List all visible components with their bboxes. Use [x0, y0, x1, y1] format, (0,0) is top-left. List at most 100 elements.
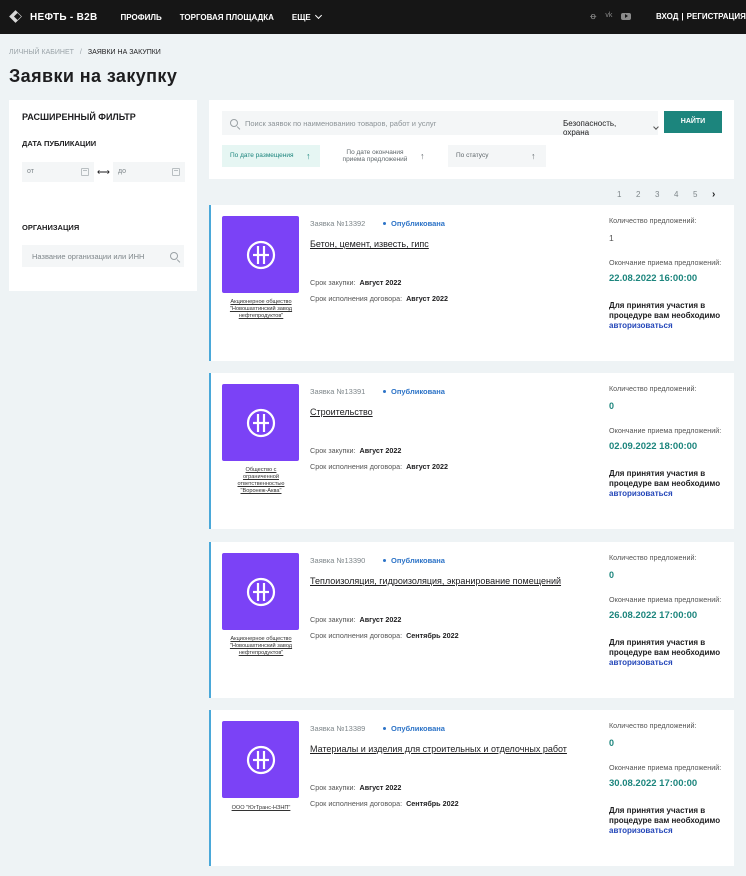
- page-2[interactable]: 2: [636, 190, 655, 199]
- diamond-logo-icon: [9, 10, 23, 24]
- offers-label: Количество предложений:: [609, 553, 697, 562]
- request-number: Заявка №13389: [310, 724, 366, 733]
- org-name-link[interactable]: ООО "ЮгТранс-НЗНП": [220, 805, 302, 812]
- ok-icon[interactable]: ꝋ: [590, 11, 596, 21]
- contract-period-row: Срок исполнения договора: Август 2022: [310, 462, 448, 471]
- authorize-link[interactable]: авторизоваться: [609, 321, 721, 330]
- date-to-input[interactable]: до: [113, 162, 185, 182]
- period-label: Срок закупки:: [310, 446, 356, 455]
- purchase-period-row: Срок закупки: Август 2022: [310, 278, 401, 287]
- category-select[interactable]: Безопасность, охрана: [563, 119, 659, 137]
- request-title-link[interactable]: Теплоизоляция, гидроизоляция, экранирова…: [310, 576, 561, 586]
- contract-value: Сентябрь 2022: [406, 631, 459, 640]
- deadline-block: Окончание приема предложений: 26.08.2022…: [609, 595, 729, 621]
- offers-count: 0: [609, 401, 615, 411]
- calendar-icon[interactable]: [81, 168, 89, 176]
- calendar-icon[interactable]: [172, 168, 180, 176]
- status-text: Опубликована: [391, 387, 445, 396]
- search-icon[interactable]: [170, 252, 178, 260]
- purchase-period-row: Срок закупки: Август 2022: [310, 783, 401, 792]
- status-text: Опубликована: [391, 556, 445, 565]
- request-card[interactable]: Акционерное общество "Новошахтинский зав…: [209, 542, 734, 698]
- contract-period-row: Срок исполнения договора: Сентябрь 2022: [310, 799, 459, 808]
- org-name-link[interactable]: Акционерное общество "Новошахтинский зав…: [220, 636, 302, 657]
- status-badge: Опубликована: [383, 387, 445, 396]
- org-name-link[interactable]: Общество с ограниченной ответственностью…: [229, 467, 293, 495]
- date-from-input[interactable]: от: [22, 162, 94, 182]
- date-label: ДАТА ПУБЛИКАЦИИ: [22, 139, 97, 148]
- period-value: Август 2022: [359, 446, 402, 455]
- page-4[interactable]: 4: [674, 190, 693, 199]
- date-range-arrow: ⟷: [97, 167, 110, 177]
- sort-label: По дате размещения: [230, 152, 294, 160]
- contract-label: Срок исполнения договора:: [310, 631, 403, 640]
- auth-note-block: Для принятия участия в процедуре вам нео…: [609, 638, 721, 667]
- request-title-link[interactable]: Бетон, цемент, известь, гипс: [310, 239, 429, 249]
- register-link[interactable]: РЕГИСТРАЦИЯ: [687, 12, 746, 21]
- company-emblem-icon: [246, 240, 275, 269]
- sort-by-deadline[interactable]: По дате окончания приема предложений ↑: [335, 145, 433, 167]
- org-logo[interactable]: [222, 216, 299, 293]
- period-label: Срок закупки:: [310, 615, 356, 624]
- auth-separator: |: [681, 12, 684, 21]
- deadline-block: Окончание приема предложений: 30.08.2022…: [609, 763, 729, 789]
- authorize-link[interactable]: авторизоваться: [609, 489, 721, 498]
- org-logo[interactable]: [222, 384, 299, 461]
- breadcrumb-home[interactable]: ЛИЧНЫЙ КАБИНЕТ: [9, 49, 74, 56]
- request-card[interactable]: ООО "ЮгТранс-НЗНП" Заявка №13389 Опублик…: [209, 710, 734, 866]
- main-nav: ПРОФИЛЬ ТОРГОВАЯ ПЛОЩАДКА ЕЩЕ: [121, 11, 339, 22]
- period-value: Август 2022: [359, 783, 402, 792]
- company-emblem-icon: [246, 408, 275, 437]
- request-card[interactable]: Акционерное общество "Новошахтинский зав…: [209, 205, 734, 361]
- youtube-icon[interactable]: [621, 12, 632, 20]
- deadline-label: Окончание приема предложений:: [609, 763, 722, 772]
- arrow-up-icon: ↑: [531, 151, 536, 161]
- period-value: Август 2022: [359, 278, 402, 287]
- org-name-link[interactable]: Акционерное общество "Новошахтинский зав…: [220, 299, 302, 320]
- sort-by-date-posted[interactable]: По дате размещения ↑: [222, 145, 320, 167]
- org-search-input[interactable]: Название организации или ИНН: [22, 245, 184, 267]
- org-logo[interactable]: [222, 553, 299, 630]
- page-1[interactable]: 1: [617, 190, 636, 199]
- sort-label: По дате окончания приема предложений: [342, 148, 408, 164]
- nav-item-more[interactable]: ЕЩЕ: [292, 11, 322, 22]
- arrow-up-icon: ↑: [420, 151, 425, 161]
- company-emblem-icon: [246, 745, 275, 774]
- authorize-link[interactable]: авторизоваться: [609, 826, 721, 835]
- status-badge: Опубликована: [383, 724, 445, 733]
- sort-by-status[interactable]: По статусу ↑: [448, 145, 546, 167]
- date-to-placeholder: до: [118, 168, 126, 175]
- sort-label: По статусу: [456, 152, 489, 160]
- nav-item-profile[interactable]: ПРОФИЛЬ: [121, 13, 162, 22]
- deadline-label: Окончание приема предложений:: [609, 595, 722, 604]
- purchase-period-row: Срок закупки: Август 2022: [310, 446, 401, 455]
- date-from-placeholder: от: [27, 168, 34, 175]
- search-panel: Поиск заявок по наименованию товаров, ра…: [209, 100, 734, 179]
- auth-note: Для принятия участия в процедуре вам нео…: [609, 638, 721, 657]
- authorize-link[interactable]: авторизоваться: [609, 658, 721, 667]
- search-input[interactable]: Поиск заявок по наименованию товаров, ра…: [222, 111, 659, 137]
- request-title-link[interactable]: Материалы и изделия для строительных и о…: [310, 744, 567, 754]
- next-page-icon[interactable]: ›: [712, 190, 715, 200]
- deadline-value: 26.08.2022 17:00:00: [609, 610, 698, 621]
- page-5[interactable]: 5: [693, 190, 712, 199]
- nav-item-marketplace[interactable]: ТОРГОВАЯ ПЛОЩАДКА: [180, 13, 274, 22]
- offers-label: Количество предложений:: [609, 216, 697, 225]
- site-logo[interactable]: НЕФТЬ - B2B: [9, 10, 98, 24]
- offers-count-block: 0: [609, 401, 729, 411]
- org-logo[interactable]: [222, 721, 299, 798]
- auth-note-block: Для принятия участия в процедуре вам нео…: [609, 806, 721, 835]
- page-title: Заявки на закупку: [9, 66, 178, 86]
- find-button[interactable]: НАЙТИ: [664, 111, 722, 133]
- contract-period-row: Срок исполнения договора: Август 2022: [310, 294, 448, 303]
- request-card[interactable]: Общество с ограниченной ответственностью…: [209, 373, 734, 529]
- vk-icon[interactable]: vk: [605, 11, 612, 21]
- offers-count: 0: [609, 570, 615, 580]
- deadline-label: Окончание приема предложений:: [609, 426, 722, 435]
- login-link[interactable]: ВХОД: [656, 12, 678, 21]
- breadcrumb: ЛИЧНЫЙ КАБИНЕТ / ЗАЯВКИ НА ЗАКУПКИ: [9, 49, 161, 56]
- offers-block: Количество предложений:: [609, 721, 729, 730]
- request-title-link[interactable]: Строительство: [310, 407, 373, 417]
- page-3[interactable]: 3: [655, 190, 674, 199]
- period-value: Август 2022: [359, 615, 402, 624]
